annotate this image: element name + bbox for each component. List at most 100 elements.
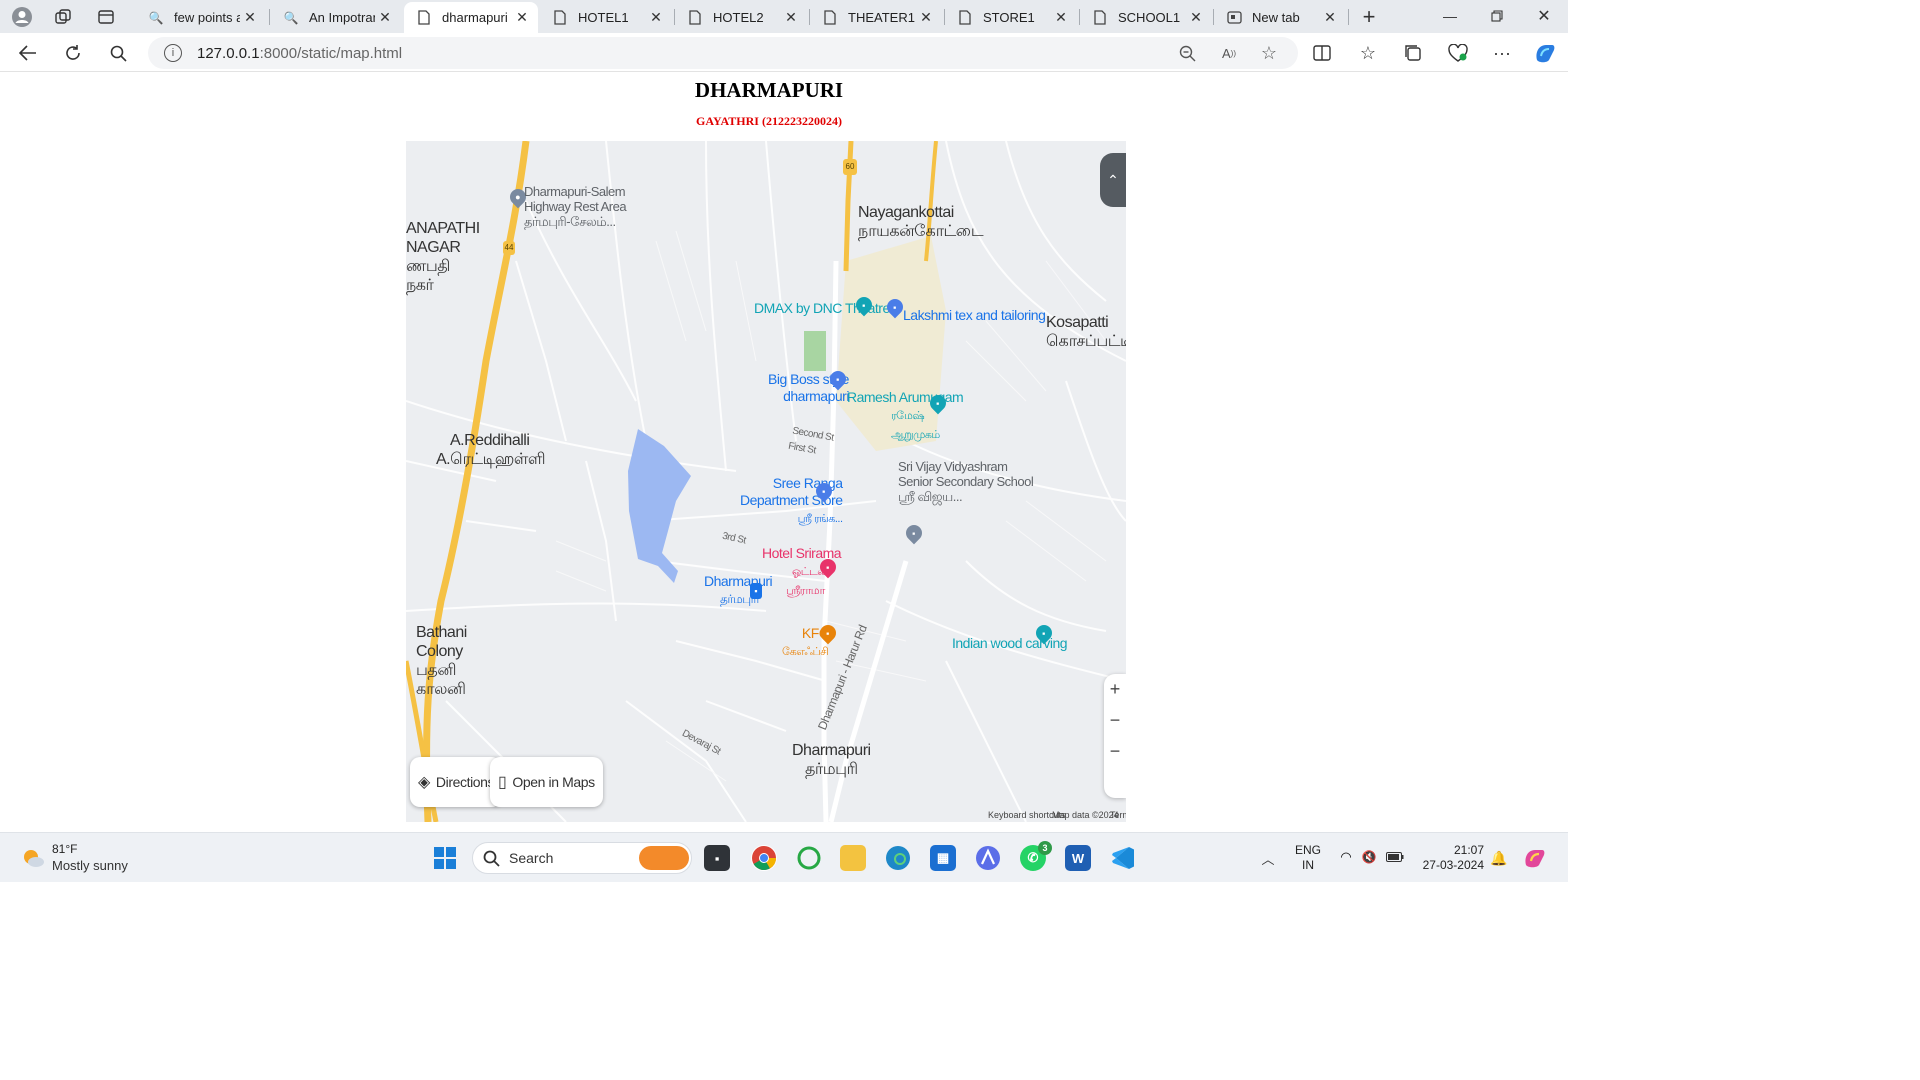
zoom-extra-button[interactable]: − [1104,736,1126,767]
site-info-icon[interactable]: i [164,44,182,62]
map-label-vijay-school[interactable]: Sri Vijay Vidyashram Senior Secondary Sch… [898,459,1034,504]
tab-theater1[interactable]: THEATER1 ✕ [810,2,942,33]
map-label-rest-area[interactable]: Dharmapuri-Salem Highway Rest Area தர்மபுர… [524,184,627,229]
close-tab-icon[interactable]: ✕ [240,9,260,26]
weather-temperature[interactable]: 81°F [52,842,77,856]
map-label-nayagankottai: Nayagankottai நாயகன்கோட்டை [858,204,984,240]
workspaces-icon[interactable] [52,6,74,28]
tab-label: HOTEL2 [713,10,764,25]
close-tab-icon[interactable]: ✕ [781,9,801,26]
search-icon: 🔍 [283,10,299,25]
favorites-icon[interactable]: ☆ [1356,41,1380,65]
split-screen-icon[interactable] [1310,41,1334,65]
map-label-reddihalli: A.Reddihalli A.ரெட்டிஹள்ளி [436,432,546,468]
hotel-pin-icon[interactable]: ▪ [816,555,840,581]
profile-icon[interactable] [11,6,33,28]
windows-taskbar: 81°F Mostly sunny Search ▪ ▦ ✆ 3 W ︿ ENG… [0,832,1568,882]
browser-tab-bar: 🔍 few points ab ✕ 🔍 An Impotran ✕ dharma… [0,0,1568,33]
close-tab-icon[interactable]: ✕ [1320,9,1340,26]
close-tab-icon[interactable]: ✕ [375,9,395,26]
whatsapp-badge: 3 [1038,841,1052,855]
battery-icon[interactable] [1386,849,1404,865]
theatre-pin-icon[interactable]: ▪ [852,293,876,319]
url-text[interactable]: 127.0.0.1:8000/static/map.html [197,45,402,62]
map-embed[interactable]: ANAPATHI NAGAR ணபதி நகர் ● Dharmapuri-Salem… [406,141,1126,822]
close-tab-icon[interactable]: ✕ [512,9,532,26]
map-label-bathani-colony: Bathani Colony பதனி காலனி [416,624,467,698]
tab-an-impotran[interactable]: 🔍 An Impotran ✕ [271,2,401,33]
map-data-attribution: Map data ©2024 [1052,810,1119,820]
edge-icon[interactable] [885,845,911,871]
word-icon[interactable]: W [1065,845,1091,871]
tab-hotel1[interactable]: HOTEL1 ✕ [540,2,672,33]
restaurant-pin-icon[interactable]: ▪ [816,621,840,647]
map-label-lakshmi[interactable]: Lakshmi tex and tailoring [903,307,1046,324]
map-label-dmax[interactable]: DMAX by DNC Theatres [754,300,897,317]
more-menu-icon[interactable]: ··· [1490,41,1514,65]
close-tab-icon[interactable]: ✕ [1186,9,1206,26]
refresh-icon[interactable] [61,41,85,65]
chrome-icon[interactable] [751,845,777,871]
search-icon[interactable] [106,41,130,65]
windows-start-icon[interactable] [432,845,458,871]
tab-few-points[interactable]: 🔍 few points ab ✕ [136,2,266,33]
taskbar-search[interactable]: Search [472,842,692,874]
language-indicator[interactable]: ENG IN [1292,843,1324,873]
bus-stop-icon[interactable]: ▪ [750,583,762,599]
notifications-bell-icon[interactable]: 🔔 [1490,849,1508,867]
collections-icon[interactable] [1401,41,1425,65]
new-tab-plus-icon[interactable]: + [1358,4,1380,29]
directions-button[interactable]: ◈ Directions [410,757,503,807]
back-arrow-icon[interactable] [16,41,40,65]
minimize-icon[interactable]: — [1430,4,1470,28]
restore-icon[interactable] [1477,4,1517,28]
tray-overflow-chevron-icon[interactable]: ︿ [1258,848,1278,868]
volume-muted-icon[interactable]: 🔇 [1360,849,1378,865]
page-icon [552,10,568,26]
vscode-icon[interactable] [1110,845,1136,871]
whatsapp-icon[interactable]: ✆ 3 [1020,841,1052,871]
zoom-out-button[interactable]: − [1104,705,1126,736]
map-label-kosapatti: Kosapatti கொசப்பட்டி [1046,314,1126,350]
vector-app-icon[interactable] [975,845,1001,871]
tab-new-tab[interactable]: New tab ✕ [1214,2,1346,33]
department-store-pin-icon[interactable]: ▪ [812,479,836,505]
terms-link[interactable]: Terms [1110,810,1126,820]
crafts-pin-icon[interactable]: ▪ [1032,621,1056,647]
close-tab-icon[interactable]: ✕ [646,9,666,26]
store-icon[interactable]: ▦ [930,845,956,871]
zoom-out-icon[interactable] [1177,43,1197,63]
weather-description[interactable]: Mostly sunny [52,858,128,873]
compass-icon[interactable]: ⌃ [1100,153,1126,207]
favorite-star-icon[interactable]: ☆ [1259,43,1279,63]
green-app-icon[interactable] [796,845,822,871]
weather-sun-icon[interactable] [20,845,46,871]
tab-label: dharmapuri [442,10,508,25]
zoom-in-button[interactable]: + [1104,674,1126,705]
ramesh-pin-icon[interactable]: ▪ [926,391,950,417]
tab-store1[interactable]: STORE1 ✕ [945,2,1077,33]
file-explorer-icon[interactable] [840,845,866,871]
read-aloud-icon[interactable]: A)) [1219,43,1239,63]
close-tab-icon[interactable]: ✕ [1051,9,1071,26]
shopping-pin-icon[interactable]: ▪ [883,295,907,321]
address-bar[interactable]: i 127.0.0.1:8000/static/map.html A)) ☆ [148,37,1298,69]
close-tab-icon[interactable]: ✕ [916,9,936,26]
tab-dharmapuri[interactable]: dharmapuri ✕ [404,2,538,33]
task-view-icon[interactable]: ▪ [704,845,730,871]
wifi-icon[interactable]: ◠ [1338,849,1354,865]
tab-actions-icon[interactable] [95,6,117,28]
copilot-icon[interactable] [1533,41,1557,65]
close-window-icon[interactable]: ✕ [1524,4,1564,28]
clock[interactable]: 21:07 27-03-2024 [1418,843,1484,873]
tab-school1[interactable]: SCHOOL1 ✕ [1080,2,1212,33]
tab-hotel2[interactable]: HOTEL2 ✕ [675,2,807,33]
nh44-shield-icon: 44 [503,241,515,255]
page-title: DHARMAPURI [694,78,844,102]
clothing-pin-icon[interactable]: ▪ [826,367,850,393]
browser-essentials-icon[interactable] [1446,41,1470,65]
search-icon [483,850,500,867]
copilot-taskbar-icon[interactable] [1522,845,1548,871]
open-in-maps-button[interactable]: ▯ Open in Maps [490,757,603,807]
school-pin-icon[interactable]: ▪ [902,521,926,547]
